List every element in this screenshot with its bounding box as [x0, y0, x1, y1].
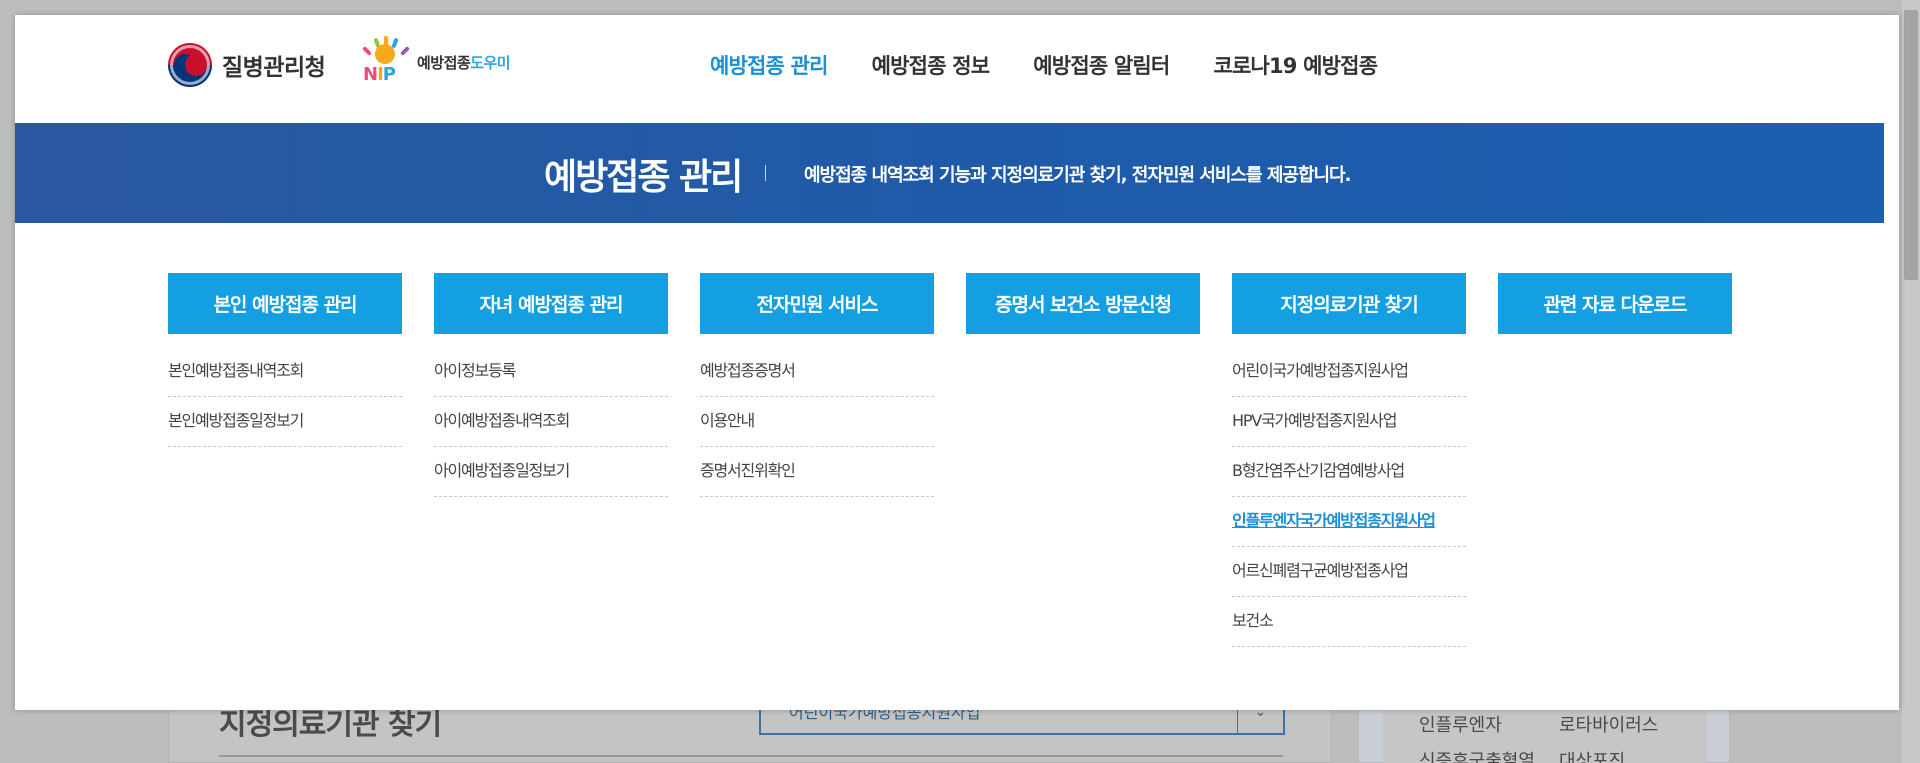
- menu-column-self-vaccination: 본인 예방접종 관리 본인예방접종내역조회 본인예방접종일정보기: [168, 273, 402, 447]
- page-scrollbar[interactable]: [1902, 0, 1920, 763]
- menu-head-certificate-visit[interactable]: 증명서 보건소 방문신청: [966, 273, 1200, 334]
- kdca-logo-text: 질병관리청: [222, 55, 326, 81]
- banner-description: 예방접종 내역조회 기능과 지정의료기관 찾기, 전자민원 서비스를 제공합니다…: [804, 165, 1351, 186]
- scrollbar-thumb[interactable]: [1904, 10, 1918, 280]
- mega-menu-panel: 질병관리청 NIP 예방접종도우미 예방접종 관리 예방접종 정보 예방접종 알…: [15, 15, 1899, 710]
- menu-item[interactable]: 증명서진위확인: [700, 447, 934, 497]
- nip-logo-text: 예방접종도우미: [417, 53, 511, 72]
- menu-item[interactable]: 어린이국가예방접종지원사업: [1232, 347, 1466, 397]
- menu-item[interactable]: HPV국가예방접종지원사업: [1232, 397, 1466, 447]
- menu-head-downloads[interactable]: 관련 자료 다운로드: [1498, 273, 1732, 334]
- menu-column-certificate-visit: 증명서 보건소 방문신청: [966, 273, 1200, 334]
- menu-item[interactable]: 보건소: [1232, 597, 1466, 647]
- nip-logo[interactable]: NIP 예방접종도우미: [361, 36, 511, 85]
- section-banner: 예방접종 관리 예방접종 내역조회 기능과 지정의료기관 찾기, 전자민원 서비…: [15, 123, 1884, 223]
- background-side-row-col1: 인플루엔자: [1419, 715, 1502, 736]
- menu-head-child-vaccination[interactable]: 자녀 예방접종 관리: [434, 273, 668, 334]
- menu-column-find-clinic: 지정의료기관 찾기 어린이국가예방접종지원사업 HPV국가예방접종지원사업 B형…: [1232, 273, 1466, 647]
- menu-item[interactable]: 아이예방접종내역조회: [434, 397, 668, 447]
- background-side-row-col1: 신증후군출혈열: [1419, 751, 1535, 763]
- site-header: 질병관리청 NIP 예방접종도우미 예방접종 관리 예방접종 정보 예방접종 알…: [15, 15, 1899, 123]
- menu-column-child-vaccination: 자녀 예방접종 관리 아이정보등록 아이예방접종내역조회 아이예방접종일정보기: [434, 273, 668, 497]
- menu-item[interactable]: B형간염주산기감염예방사업: [1232, 447, 1466, 497]
- top-navigation: 예방접종 관리 예방접종 정보 예방접종 알림터 코로나19 예방접종: [710, 50, 1421, 80]
- sun-icon: NIP: [361, 36, 411, 85]
- banner-title: 예방접종 관리: [544, 157, 743, 198]
- menu-head-e-civil-service[interactable]: 전자민원 서비스: [700, 273, 934, 334]
- topnav-vaccination-notice[interactable]: 예방접종 알림터: [1033, 50, 1170, 80]
- nip-letter: N: [363, 64, 378, 85]
- menu-column-e-civil-service: 전자민원 서비스 예방접종증명서 이용안내 증명서진위확인: [700, 273, 934, 497]
- menu-item[interactable]: 본인예방접종일정보기: [168, 397, 402, 447]
- topnav-vaccination-info[interactable]: 예방접종 정보: [872, 50, 990, 80]
- nip-letter: P: [382, 64, 396, 85]
- kdca-logo[interactable]: 질병관리청: [168, 43, 326, 87]
- background-divider: [219, 755, 1283, 757]
- menu-item[interactable]: 예방접종증명서: [700, 347, 934, 397]
- taegeuk-icon: [168, 43, 212, 87]
- topnav-vaccination-management[interactable]: 예방접종 관리: [710, 50, 828, 80]
- menu-item[interactable]: 이용안내: [700, 397, 934, 447]
- menu-item-active[interactable]: 인플루엔자국가예방접종지원사업: [1232, 497, 1466, 547]
- background-side-row-col2: 대상포진: [1559, 751, 1626, 763]
- menu-head-self-vaccination[interactable]: 본인 예방접종 관리: [168, 273, 402, 334]
- banner-separator: [765, 165, 766, 181]
- menu-item[interactable]: 아이예방접종일정보기: [434, 447, 668, 497]
- menu-item[interactable]: 본인예방접종내역조회: [168, 347, 402, 397]
- background-side-row-col2: 로타바이러스: [1559, 715, 1659, 736]
- menu-item[interactable]: 아이정보등록: [434, 347, 668, 397]
- menu-head-find-clinic[interactable]: 지정의료기관 찾기: [1232, 273, 1466, 334]
- menu-column-downloads: 관련 자료 다운로드: [1498, 273, 1732, 334]
- menu-item[interactable]: 어르신폐렴구균예방접종사업: [1232, 547, 1466, 597]
- topnav-covid19-vaccination[interactable]: 코로나19 예방접종: [1213, 50, 1378, 80]
